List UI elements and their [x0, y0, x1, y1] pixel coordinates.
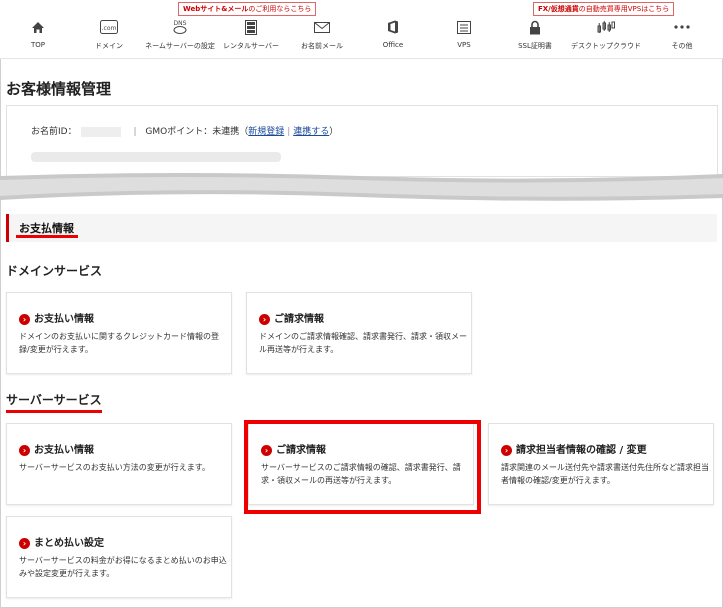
dns-icon: DNS	[145, 16, 215, 38]
chevron-right-icon: ›	[19, 313, 30, 325]
nav-item-onamae-mail[interactable]: お名前メール	[287, 16, 357, 51]
more-icon	[647, 16, 717, 38]
billing-contact-card[interactable]: › 請求担当者情報の確認 / 変更 請求関連のメール送付先や請求書送付先住所など請…	[488, 423, 714, 505]
torn-edge-decoration	[0, 173, 723, 201]
mail-icon	[287, 16, 357, 38]
register-link[interactable]: 新規登録	[248, 127, 284, 137]
domain-billing-info-card[interactable]: › ご請求情報 ドメインのご請求情報確認、請求書発行、請求・領収メール再送等が行え…	[246, 292, 472, 374]
nav-item-other[interactable]: その他	[647, 16, 717, 51]
chevron-right-icon: ›	[19, 537, 30, 549]
domain-payment-info-card[interactable]: › お支払い情報 ドメインのお支払いに関するクレジットカード情報の登録/変更が行え…	[6, 292, 232, 374]
payment-title-underline	[16, 235, 78, 238]
nav-item-ssl[interactable]: SSL証明書	[500, 16, 570, 51]
lock-icon	[500, 16, 570, 38]
fx-vps-callout[interactable]: FX/仮想通貨の自動売買専用VPSはこちら	[533, 2, 675, 16]
chart-icon	[571, 16, 641, 38]
nav-item-vps[interactable]: VPS	[429, 16, 499, 49]
server-payment-info-card[interactable]: › お支払い情報 サーバーサービスのお支払い方法の変更が行えます。	[6, 423, 232, 505]
top-navigation: Webサイト&メールのご利用ならこちら FX/仮想通貨の自動売買専用VPSはこち…	[0, 0, 723, 59]
redacted-id	[80, 126, 121, 137]
payment-section-title: お支払情報	[19, 222, 74, 235]
svg-text:.com: .com	[102, 25, 117, 32]
nav-item-desktop-cloud[interactable]: デスクトップクラウド	[571, 16, 641, 51]
page-title: お客様情報管理	[6, 80, 112, 98]
nav-item-office[interactable]: Office	[358, 16, 428, 49]
server-service-heading: サーバーサービス	[6, 391, 102, 413]
nav-item-rental-server[interactable]: レンタルサーバー	[216, 16, 286, 51]
domain-service-heading: ドメインサービス	[6, 264, 103, 278]
vps-icon	[429, 16, 499, 38]
chevron-right-icon: ›	[19, 444, 30, 456]
com-icon: .com	[74, 16, 144, 38]
connect-link[interactable]: 連携する	[293, 127, 329, 137]
svg-text:DNS: DNS	[174, 20, 187, 27]
account-info-box: お名前ID： | GMOポイント：未連携（新規登録 | 連携する）	[6, 105, 718, 177]
nav-item-top[interactable]: TOP	[3, 16, 73, 49]
highlight-box	[244, 420, 481, 514]
redacted-info	[31, 152, 281, 162]
nav-item-domain[interactable]: .com ドメイン	[74, 16, 144, 51]
account-info-line: お名前ID： | GMOポイント：未連携（新規登録 | 連携する）	[31, 126, 339, 137]
bundle-payment-card[interactable]: › まとめ払い設定 サーバーサービスの料金がお得になるまとめ払いのお申込みや設定変…	[6, 516, 232, 598]
home-icon	[3, 16, 73, 38]
chevron-right-icon: ›	[501, 444, 512, 456]
web-mail-callout[interactable]: Webサイト&メールのご利用ならこちら	[178, 2, 317, 16]
office-icon	[358, 16, 428, 38]
onamae-id-label: お名前ID：	[31, 127, 77, 137]
nav-item-nameserver[interactable]: DNS ネームサーバーの設定	[145, 16, 215, 51]
separator: |	[133, 127, 137, 137]
gmo-point-label: GMOポイント：未連携（	[145, 127, 249, 137]
chevron-right-icon: ›	[259, 313, 270, 325]
payment-section-header: お支払情報	[6, 214, 717, 242]
server-icon	[216, 16, 286, 38]
